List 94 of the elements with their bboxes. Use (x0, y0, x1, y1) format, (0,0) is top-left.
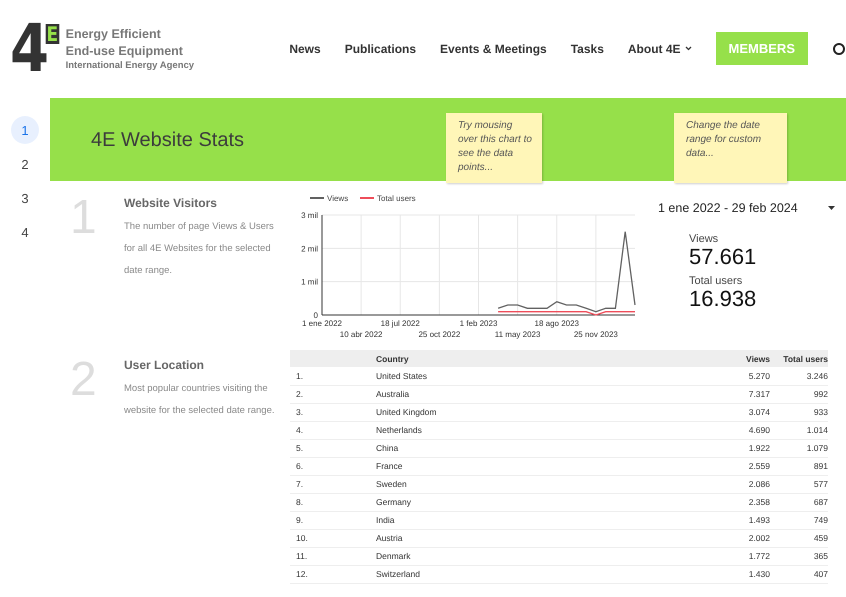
table-cell: 1.493 (712, 511, 770, 529)
axis-label: 18 jul 2022 (380, 319, 420, 328)
column-header[interactable]: Country (376, 350, 712, 367)
legend-item: Views (310, 194, 348, 203)
table-cell: 992 (770, 385, 828, 403)
date-range-picker[interactable]: 1 ene 2022 - 29 feb 2024 (658, 201, 835, 215)
page-step[interactable]: 3 (11, 184, 39, 212)
table-cell: 7.317 (712, 385, 770, 403)
axis-label: 18 ago 2023 (534, 319, 579, 328)
chevron-down-icon (684, 46, 692, 51)
organization-name: End-use Equipment (66, 43, 184, 60)
table-cell: 6. (290, 457, 376, 475)
axis-label: 25 oct 2022 (418, 330, 460, 339)
sticky-note: Try mousing over this chart to see the data points... (446, 113, 542, 183)
table-cell: 687 (770, 493, 828, 511)
table-cell: 4.690 (712, 421, 770, 439)
page-title: 4E Website Stats (91, 129, 244, 152)
axis-label: 25 nov 2023 (574, 330, 618, 339)
table-cell: 7. (290, 475, 376, 493)
section-title: Website Visitors (124, 196, 218, 210)
table-cell: 8. (290, 493, 376, 511)
column-header[interactable]: Views (712, 350, 770, 367)
axis-label: 10 abr 2022 (340, 330, 382, 339)
axis-label: 2 mil (301, 244, 318, 254)
axis-label: 11 may 2023 (494, 330, 540, 339)
table-cell: Denmark (376, 547, 712, 565)
metric-label: Views (689, 233, 720, 245)
table-cell: 2.002 (712, 529, 770, 547)
table-cell: Switzerland (376, 565, 712, 583)
nav-link[interactable]: Tasks (570, 42, 604, 56)
legend-label: Views (327, 194, 348, 203)
legend-item: Total users (360, 194, 416, 203)
table-cell: 10. (290, 529, 376, 547)
legend-label: Total users (377, 194, 416, 203)
table-cell: 933 (770, 403, 828, 421)
table-cell: 891 (770, 457, 828, 475)
nav-link[interactable]: Publications (344, 42, 416, 56)
table-cell: India (376, 511, 712, 529)
table-cell: 9. (290, 511, 376, 529)
table-cell: 2.358 (712, 493, 770, 511)
table-cell: 2.086 (712, 475, 770, 493)
axis-label: 1 mil (301, 278, 318, 287)
table-cell: 5.270 (712, 367, 770, 385)
table-cell: Germany (376, 493, 712, 511)
table-cell: Austria (376, 529, 712, 547)
caret-icon (828, 206, 835, 210)
table-cell: 1. (290, 367, 376, 385)
table-cell: 577 (770, 475, 828, 493)
metric-value: 16.938 (689, 287, 758, 311)
table-cell: Netherlands (376, 421, 712, 439)
table-cell: 2.559 (712, 457, 770, 475)
nav-link[interactable]: Events & Meetings (440, 42, 547, 56)
table-cell: 459 (770, 529, 828, 547)
axis-label: 3 mil (301, 211, 318, 220)
table-cell: 1.772 (712, 547, 770, 565)
table-cell: United Kingdom (376, 403, 712, 421)
search-icon[interactable] (832, 42, 846, 56)
column-header[interactable]: Total users (770, 350, 828, 367)
table-cell: 12. (290, 565, 376, 583)
table-cell: 11. (290, 547, 376, 565)
metric-value: 57.661 (689, 245, 758, 269)
organization-name: Energy Efficient (66, 26, 162, 43)
table-cell: Australia (376, 385, 712, 403)
metric-label: Total users (689, 275, 744, 287)
axis-label: 0 (314, 311, 318, 320)
nav-link[interactable]: News (289, 42, 321, 56)
table-cell: 1.430 (712, 565, 770, 583)
table-cell: 365 (770, 547, 828, 565)
axis-label: 1 ene 2022 (302, 319, 342, 328)
section-title: User Location (124, 358, 206, 372)
axis-label: 1 feb 2023 (460, 319, 498, 328)
sticky-note: Change the date range for custom data... (674, 113, 787, 183)
table-cell: United States (376, 367, 712, 385)
table-cell: France (376, 457, 712, 475)
table-cell: Sweden (376, 475, 712, 493)
table-cell: 1.079 (770, 439, 828, 457)
table-cell: 3. (290, 403, 376, 421)
table-cell: 407 (770, 565, 828, 583)
table-cell: 5. (290, 439, 376, 457)
table-cell: 749 (770, 511, 828, 529)
table-cell: 1.014 (770, 421, 828, 439)
table-cell: China (376, 439, 712, 457)
nav-dropdown[interactable]: About 4E (628, 42, 692, 56)
section-description: Most popular countries visiting the website for the selected date range. (124, 382, 276, 418)
organization-subtitle: International Energy Agency (66, 60, 194, 71)
page-step[interactable]: 2 (11, 150, 39, 178)
table-cell: 3.074 (712, 403, 770, 421)
table-cell: 3.246 (770, 367, 828, 385)
section-description: The number of page Views & Users for all 4E Websites for the selected date range. (124, 220, 275, 278)
table-cell: 4. (290, 421, 376, 439)
table-cell: 2. (290, 385, 376, 403)
page-step[interactable]: 1 (11, 116, 39, 144)
table-cell: 1.922 (712, 439, 770, 457)
page-step[interactable]: 4 (11, 218, 39, 246)
